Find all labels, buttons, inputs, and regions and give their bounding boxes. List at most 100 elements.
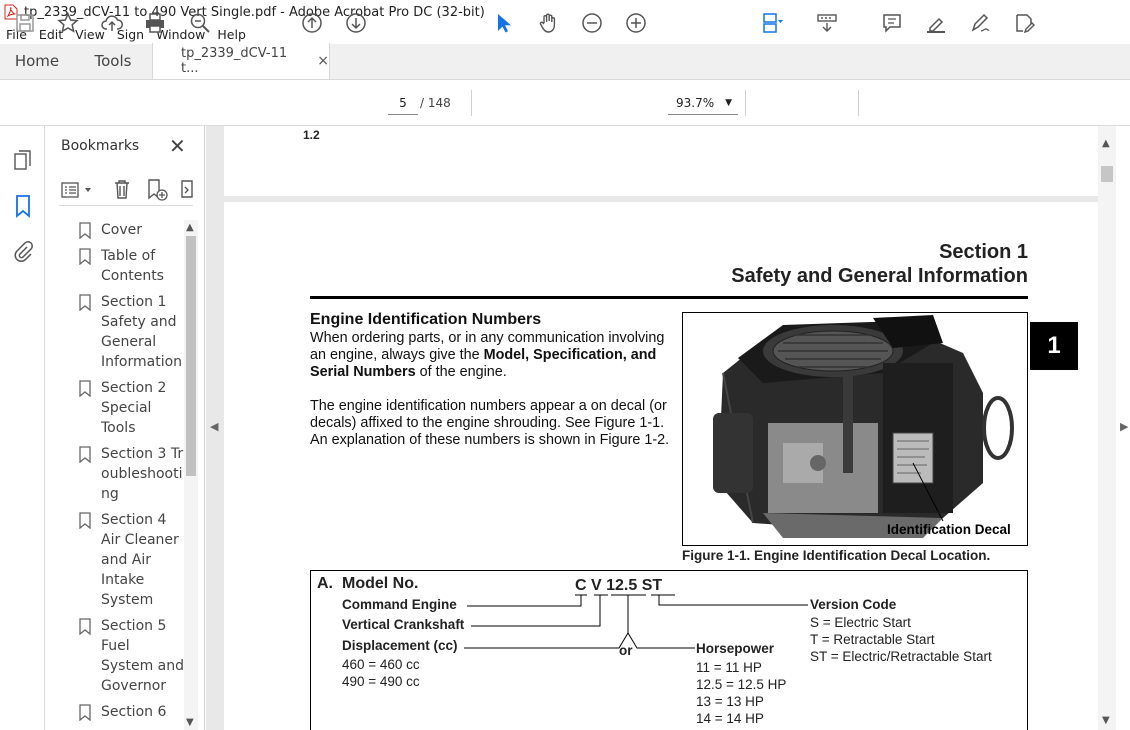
scrollbar-thumb[interactable] — [186, 236, 196, 476]
page-down-icon[interactable] — [344, 11, 368, 35]
expand-bookmark-icon[interactable] — [179, 178, 193, 200]
bookmark-item[interactable]: Section 4 Air Cleaner and Air Intake Sys… — [45, 510, 185, 610]
left-navigation-rail — [0, 126, 45, 730]
pdf-page: Section 1 Safety and General Information… — [224, 202, 1100, 730]
bookmark-icon — [79, 618, 91, 635]
upload-cloud-icon[interactable] — [100, 11, 124, 35]
diagram-leader-lines — [464, 594, 808, 649]
fill-and-sign-icon[interactable] — [1012, 11, 1036, 35]
save-icon[interactable] — [13, 11, 37, 35]
tab-document-label: tp_2339_dCV-11 t... — [181, 46, 288, 76]
model-number-diagram: A. Model No. C V 12.5 ST Command Engine … — [310, 570, 1028, 730]
select-cursor-icon[interactable] — [492, 11, 516, 35]
tab-bar: Home Tools tp_2339_dCV-11 t... × — [0, 43, 1130, 80]
bookmark-icon — [79, 248, 91, 265]
bookmark-icon — [79, 380, 91, 397]
page-number-label: 1.2 — [303, 128, 320, 142]
bookmarks-scrollbar[interactable]: ▲ ▼ — [184, 220, 198, 730]
close-tab-icon[interactable]: × — [317, 53, 329, 69]
figure-callout: Identification Decal — [887, 522, 1011, 537]
collapse-right-icon[interactable]: ▶ — [1120, 420, 1128, 433]
bookmark-options-icon[interactable] — [61, 180, 95, 200]
scrollbar-thumb[interactable] — [1101, 166, 1113, 182]
page-up-icon[interactable] — [300, 11, 324, 35]
delete-trash-icon[interactable] — [111, 178, 133, 200]
scroll-down-icon[interactable]: ▼ — [186, 717, 194, 728]
pdf-page-prev: 1.2 — [224, 126, 1100, 196]
bookmark-item[interactable]: Table of Contents — [45, 246, 185, 286]
engine-figure: Identification Decal — [682, 312, 1028, 546]
hand-tool-icon[interactable] — [536, 11, 560, 35]
paragraph: The engine identification numbers appear… — [310, 398, 670, 448]
bookmark-label: Section 1 Safety and General Information — [101, 294, 183, 370]
zoom-level-select[interactable]: 93.7% ▼ — [668, 91, 738, 115]
bookmarks-toolbar — [59, 176, 193, 206]
comment-icon[interactable] — [880, 11, 904, 35]
page-total: / 148 — [420, 96, 451, 110]
print-icon[interactable] — [143, 11, 167, 35]
engine-photo: Identification Decal — [713, 315, 1014, 538]
bookmarks-title: Bookmarks — [61, 138, 140, 154]
page-display-icon[interactable] — [760, 11, 784, 35]
sign-pen-icon[interactable] — [968, 11, 992, 35]
collapse-left-icon[interactable]: ◀ — [210, 420, 218, 433]
bookmark-item[interactable]: Section 1 Safety and General Information — [45, 292, 185, 372]
window-title: tp_2339_dCV-11 to 490 Vert Single.pdf - … — [24, 4, 485, 20]
scroll-up-icon[interactable]: ▲ — [186, 222, 194, 233]
bookmarks-panel: Bookmarks ✕ Cover Table of Contents Sect… — [45, 126, 205, 730]
scroll-up-icon[interactable]: ▲ — [1102, 138, 1110, 149]
page-number-input[interactable]: 5 — [388, 91, 418, 115]
zoom-in-icon[interactable] — [624, 11, 648, 35]
bookmark-icon — [79, 704, 91, 721]
bookmark-label: Section 4 Air Cleaner and Air Intake Sys… — [101, 512, 179, 608]
bookmark-label: Section 3 Troubleshooting — [101, 446, 184, 502]
toolbar-divider — [471, 90, 472, 116]
scroll-down-icon[interactable]: ▼ — [1102, 715, 1110, 726]
paragraph: When ordering parts, or in any communica… — [310, 330, 670, 381]
body-text: Engine Identification Numbers When order… — [310, 310, 670, 466]
bookmark-icon — [79, 446, 91, 463]
subheading: Engine Identification Numbers — [310, 311, 542, 328]
toolbar-divider — [858, 90, 859, 116]
bookmark-icon — [79, 222, 91, 239]
zoom-out-icon[interactable] — [580, 11, 604, 35]
page-thumbnails-icon[interactable] — [11, 148, 35, 172]
bookmark-star-icon[interactable] — [56, 11, 80, 35]
menu-help[interactable]: Help — [217, 27, 246, 42]
attachments-paperclip-icon[interactable] — [11, 240, 35, 264]
document-scrollbar[interactable]: ▲ ▼ — [1098, 126, 1116, 730]
paragraph-text: of the engine. — [415, 364, 507, 380]
bookmark-label: Section 5 Fuel System and Governor — [101, 618, 184, 694]
scroll-mode-icon[interactable] — [815, 11, 839, 35]
bookmark-list: Cover Table of Contents Section 1 Safety… — [45, 220, 185, 730]
bookmark-item[interactable]: Section 3 Troubleshooting — [45, 444, 185, 504]
tab-tools[interactable]: Tools — [74, 43, 152, 79]
main-toolbar — [0, 80, 1130, 126]
bookmark-icon — [79, 294, 91, 311]
section-number: Section 1 — [939, 241, 1028, 263]
bookmark-item[interactable]: Section 2 Special Tools — [45, 378, 185, 438]
document-viewport: 1.2 Section 1 Safety and General Informa… — [206, 126, 1116, 730]
zoom-search-icon[interactable] — [188, 11, 212, 35]
bookmark-item[interactable]: Section 5 Fuel System and Governor — [45, 616, 185, 696]
bookmarks-panel-icon[interactable] — [11, 194, 35, 218]
tab-document[interactable]: tp_2339_dCV-11 t... × — [152, 43, 330, 79]
bookmark-item[interactable]: Cover — [45, 220, 185, 240]
bookmark-icon — [79, 512, 91, 529]
bookmark-label: Cover — [101, 222, 142, 238]
zoom-level-value: 93.7% — [676, 96, 715, 110]
toolbar-divider — [745, 90, 746, 116]
bookmark-label: Table of Contents — [101, 248, 164, 284]
section-heading: Section 1 Safety and General Information — [731, 240, 1028, 288]
bookmark-item[interactable]: Section 6 — [45, 702, 185, 722]
bookmark-label: Section 2 Special Tools — [101, 380, 167, 436]
close-panel-icon[interactable]: ✕ — [169, 134, 186, 158]
figure-caption: Figure 1-1. Engine Identification Decal … — [682, 548, 991, 563]
window-titlebar: tp_2339_dCV-11 to 490 Vert Single.pdf - … — [0, 0, 1130, 24]
highlight-pen-icon[interactable] — [924, 11, 948, 35]
tab-home[interactable]: Home — [0, 43, 74, 79]
section-tab: 1 — [1030, 322, 1078, 370]
heading-rule — [310, 296, 1028, 299]
section-title: Safety and General Information — [731, 265, 1028, 287]
new-bookmark-icon[interactable] — [145, 178, 169, 202]
